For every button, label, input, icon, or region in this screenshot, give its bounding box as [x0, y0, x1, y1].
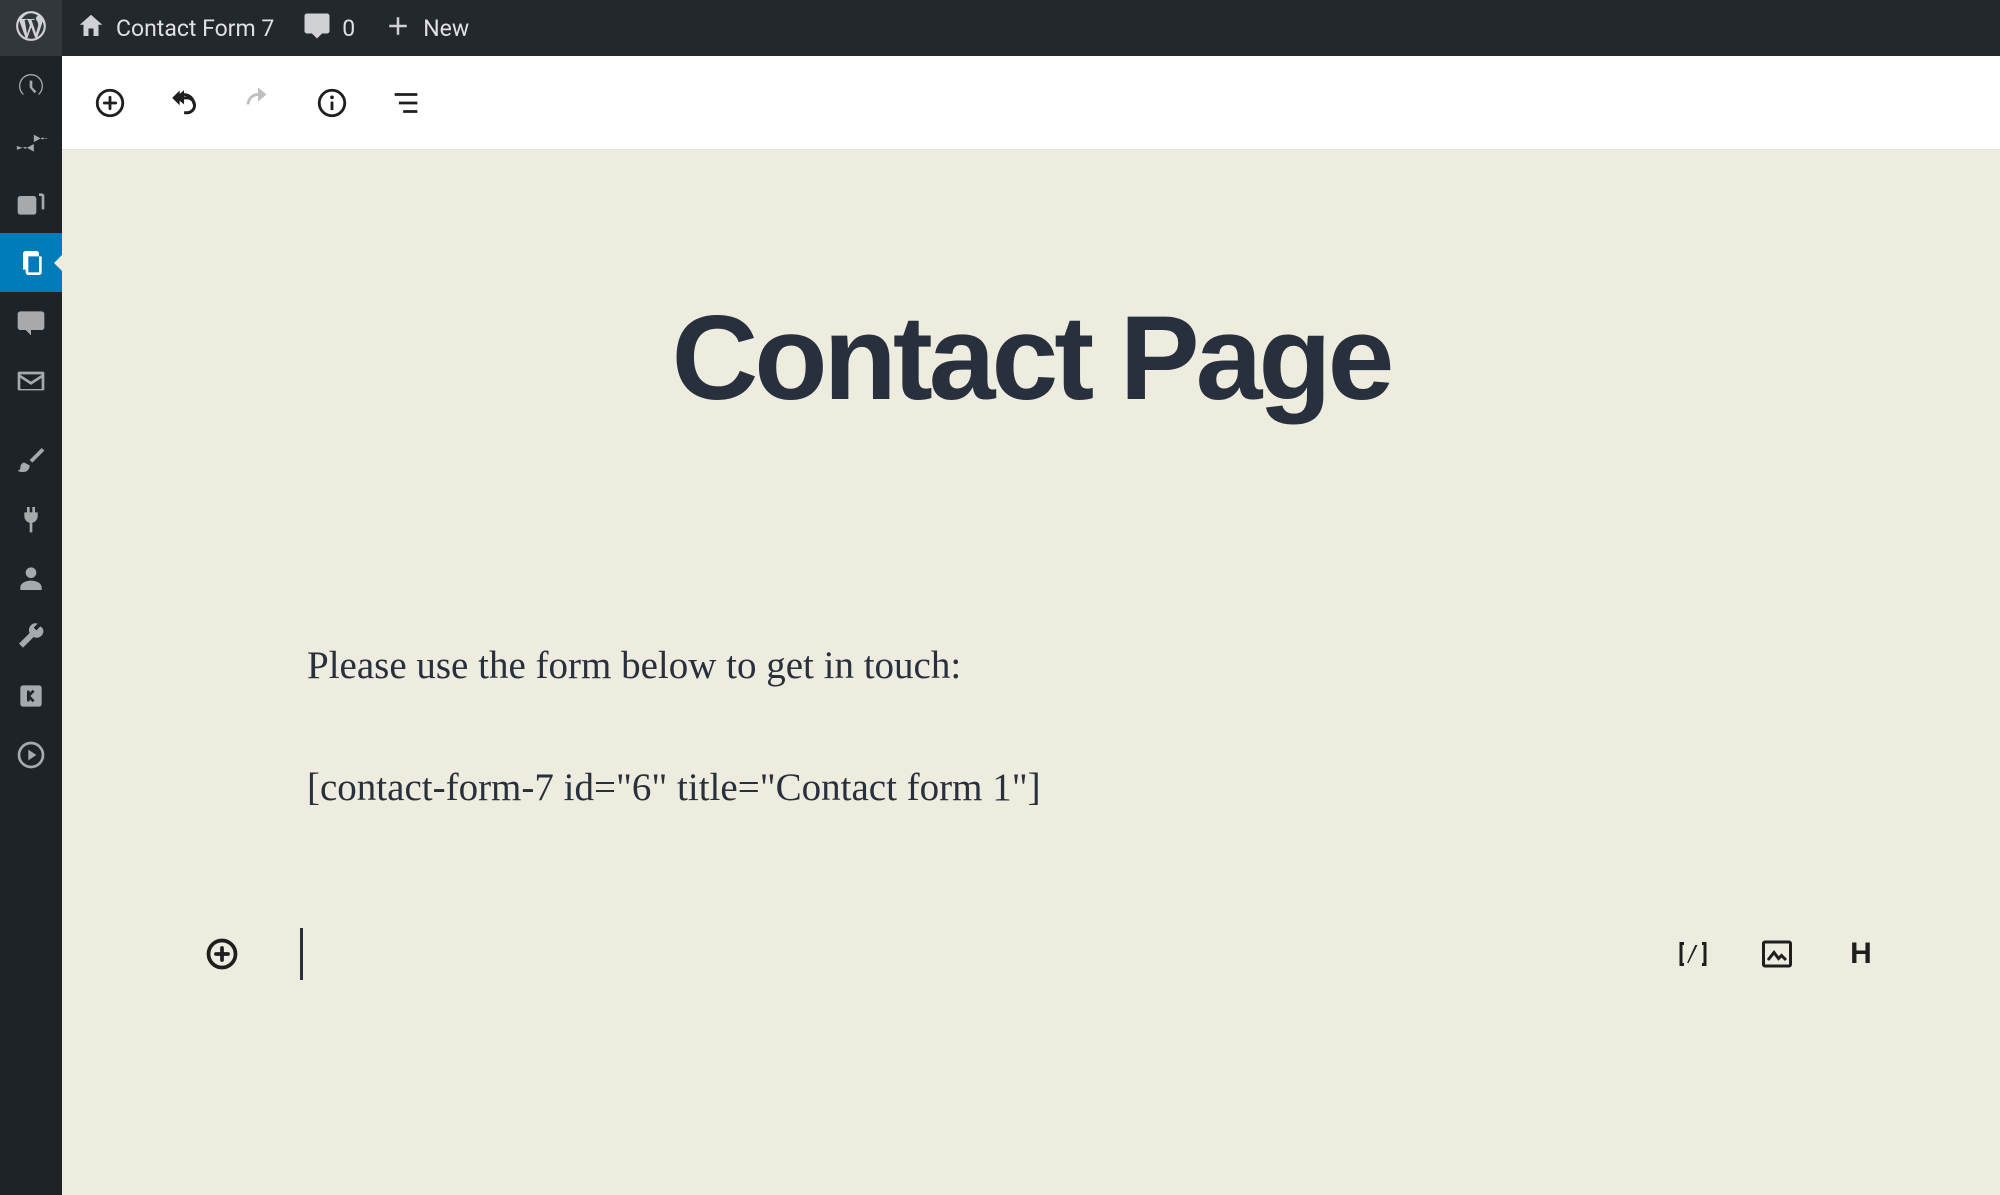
info-button[interactable]: [308, 79, 356, 127]
admin-sidemenu: [0, 56, 62, 1195]
paragraph-block[interactable]: Please use the form below to get in touc…: [307, 640, 1880, 693]
plus-icon: [383, 11, 413, 45]
user-icon: [15, 562, 47, 594]
redo-button: [234, 79, 282, 127]
menu-comments[interactable]: [0, 292, 62, 351]
post-title[interactable]: Contact Page: [62, 298, 2000, 418]
menu-pages[interactable]: [0, 233, 62, 292]
block-inserter-row: H: [202, 924, 1880, 984]
pages-icon: [15, 247, 47, 279]
menu-plugins[interactable]: [0, 489, 62, 548]
outline-button[interactable]: [382, 79, 430, 127]
home-icon: [76, 11, 106, 45]
media-icon: [15, 188, 47, 220]
wordpress-icon: [14, 9, 48, 47]
menu-collapse[interactable]: [0, 725, 62, 784]
heading-quick-button[interactable]: H: [1842, 935, 1880, 973]
add-block-button[interactable]: [86, 79, 134, 127]
editor-canvas[interactable]: Contact Page Please use the form below t…: [62, 150, 2000, 1195]
shortcode-quick-button[interactable]: [1674, 935, 1712, 973]
play-circle-icon: [15, 739, 47, 771]
redo-icon: [241, 86, 275, 120]
menu-users[interactable]: [0, 548, 62, 607]
outline-icon: [389, 86, 423, 120]
comment-icon: [302, 11, 332, 45]
text-caret: [300, 928, 303, 980]
undo-icon: [167, 86, 201, 120]
site-menu[interactable]: Contact Form 7: [62, 0, 288, 56]
plus-circle-icon: [93, 86, 127, 120]
wrench-icon: [15, 621, 47, 653]
comments-count-label: 0: [342, 15, 355, 42]
admin-toolbar: Contact Form 7 0 New: [0, 0, 2000, 56]
site-name-label: Contact Form 7: [116, 15, 274, 42]
info-icon: [315, 86, 349, 120]
menu-settings-arrow[interactable]: [0, 666, 62, 725]
comments-menu[interactable]: 0: [288, 0, 369, 56]
menu-appearance[interactable]: [0, 430, 62, 489]
new-content-menu[interactable]: New: [369, 0, 483, 56]
editor-toolbar: [62, 56, 2000, 150]
menu-dashboard[interactable]: [0, 56, 62, 115]
settings-arrow-icon: [15, 680, 47, 712]
image-quick-button[interactable]: [1758, 935, 1796, 973]
menu-contact[interactable]: [0, 351, 62, 410]
menu-posts[interactable]: [0, 115, 62, 174]
pin-icon: [15, 129, 47, 161]
post-body: Please use the form below to get in touc…: [307, 640, 1880, 810]
shortcode-block[interactable]: [contact-form-7 id="6" title="Contact fo…: [307, 765, 1880, 810]
mail-icon: [15, 365, 47, 397]
wordpress-logo[interactable]: [0, 0, 62, 56]
editor-wrapper: Contact Page Please use the form below t…: [62, 56, 2000, 1195]
inline-add-block-button[interactable]: [202, 934, 242, 974]
image-icon: [1759, 936, 1795, 972]
menu-media[interactable]: [0, 174, 62, 233]
quick-inserter: H: [1674, 935, 1880, 973]
plug-icon: [15, 503, 47, 535]
shortcode-icon: [1675, 936, 1711, 972]
menu-tools[interactable]: [0, 607, 62, 666]
undo-button[interactable]: [160, 79, 208, 127]
comment-bubble-icon: [15, 306, 47, 338]
brush-icon: [15, 444, 47, 476]
dashboard-icon: [15, 70, 47, 102]
new-label: New: [423, 15, 469, 42]
plus-circle-icon: [204, 936, 240, 972]
